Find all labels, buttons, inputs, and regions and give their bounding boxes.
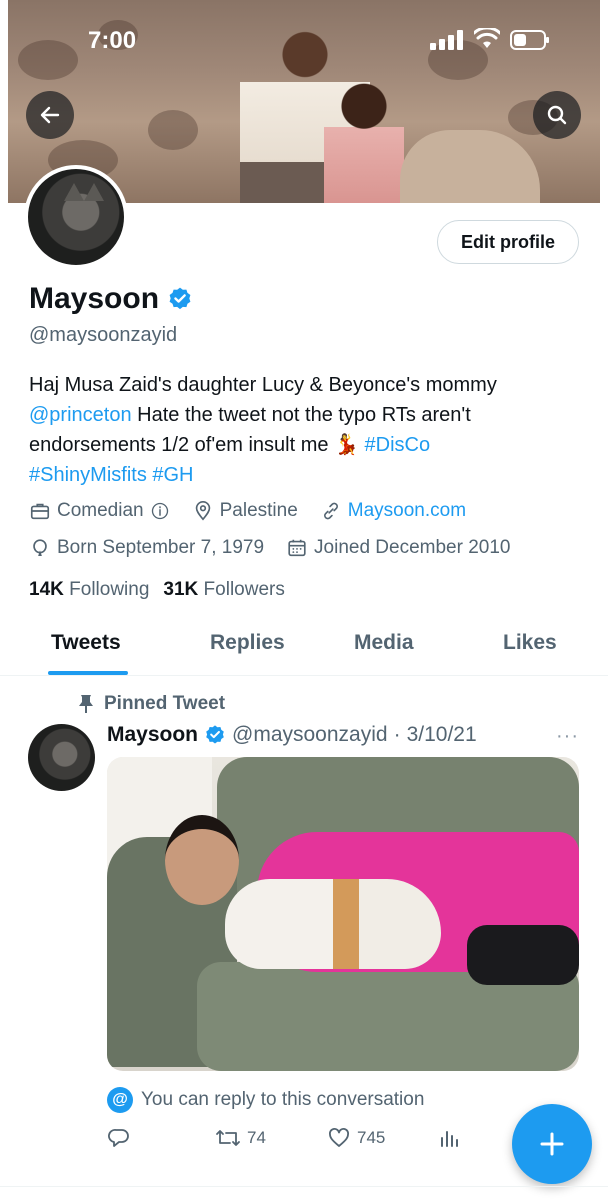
- retweet-icon: [216, 1130, 240, 1146]
- profile-category[interactable]: Comedian: [29, 500, 170, 522]
- location-label: Palestine: [219, 500, 298, 521]
- briefcase-icon: [30, 503, 50, 520]
- tab-likes[interactable]: Likes: [503, 631, 557, 655]
- verified-badge-icon[interactable]: [167, 286, 193, 312]
- reply-button[interactable]: [107, 1126, 131, 1150]
- followers-label: Followers: [203, 579, 285, 600]
- reply-permission-note: @ You can reply to this conversation: [107, 1087, 424, 1113]
- joined-label: Joined December 2010: [314, 537, 511, 558]
- following-link[interactable]: 14K Following: [29, 579, 149, 601]
- profile-bio: Haj Musa Zaid's daughter Lucy & Beyonce'…: [29, 370, 589, 490]
- tweet-header: Maysoon @maysoonzayid · 3/10/21: [107, 723, 477, 747]
- profile-name: Maysoon: [29, 282, 160, 315]
- profile-location: Palestine: [192, 500, 298, 522]
- profile-birthdate: Born September 7, 1979: [29, 537, 264, 559]
- tweet-author-name[interactable]: Maysoon: [107, 723, 198, 747]
- compose-tweet-button[interactable]: [512, 1104, 592, 1184]
- tweet-author-avatar[interactable]: [28, 724, 95, 791]
- tweet-photo[interactable]: [107, 757, 579, 1071]
- more-options-button[interactable]: ···: [556, 725, 579, 748]
- following-count: 14K: [29, 579, 64, 600]
- plus-icon: [540, 1132, 564, 1156]
- analytics-button[interactable]: [437, 1126, 461, 1150]
- like-count: 745: [357, 1128, 386, 1147]
- search-button[interactable]: [533, 91, 581, 139]
- status-bar: 7:00: [0, 0, 608, 80]
- tweet-actions: 74 745: [107, 1126, 467, 1154]
- wifi-icon: [474, 28, 500, 48]
- tweet-author-handle: @maysoonzayid: [232, 723, 388, 746]
- back-button[interactable]: [26, 91, 74, 139]
- search-icon: [547, 105, 567, 125]
- analytics-icon: [441, 1131, 458, 1147]
- bio-mention-link[interactable]: @princeton: [29, 404, 132, 426]
- calendar-icon: [288, 539, 306, 557]
- reply-icon: [108, 1129, 129, 1147]
- profile-dates-row: Born September 7, 1979 Joined December 2…: [29, 537, 511, 559]
- back-arrow-icon: [40, 106, 60, 124]
- edit-profile-button[interactable]: Edit profile: [437, 220, 579, 264]
- location-pin-icon: [195, 501, 210, 521]
- follow-counts: 14K Following 31K Followers: [29, 579, 285, 601]
- retweet-button[interactable]: 74: [215, 1126, 266, 1150]
- dot-separator: ·: [393, 723, 401, 746]
- retweet-count: 74: [247, 1128, 266, 1147]
- bio-text: Haj Musa Zaid's daughter Lucy & Beyonce'…: [29, 374, 497, 396]
- info-icon[interactable]: [150, 501, 170, 521]
- tweet-date[interactable]: 3/10/21: [407, 723, 477, 747]
- tab-media[interactable]: Media: [354, 631, 414, 655]
- at-sign-icon: @: [107, 1087, 133, 1113]
- following-label: Following: [69, 579, 150, 600]
- balloon-icon: [33, 539, 47, 557]
- like-button[interactable]: 745: [327, 1126, 385, 1150]
- pin-icon: [79, 695, 93, 713]
- tab-replies[interactable]: Replies: [210, 631, 285, 655]
- heart-icon: [329, 1128, 349, 1147]
- tab-tweets[interactable]: Tweets: [51, 631, 121, 655]
- profile-website[interactable]: Maysoon.com: [320, 500, 466, 522]
- pinned-label-text: Pinned Tweet: [104, 693, 226, 714]
- followers-link[interactable]: 31K Followers: [163, 579, 284, 601]
- birthdate-label: Born September 7, 1979: [57, 537, 265, 558]
- website-link[interactable]: Maysoon.com: [348, 500, 466, 522]
- verified-badge-icon: [206, 725, 224, 744]
- divider: [0, 1186, 608, 1187]
- profile-name-row: Maysoon: [29, 282, 193, 316]
- bio-hashtag-link[interactable]: #ShinyMisfits: [29, 464, 147, 486]
- profile-joined: Joined December 2010: [286, 537, 511, 559]
- profile-handle: @maysoonzayid: [29, 324, 178, 346]
- pinned-tweet-label: Pinned Tweet: [78, 693, 225, 715]
- active-tab-indicator: [48, 671, 128, 675]
- followers-count: 31K: [163, 579, 199, 600]
- bio-hashtag-link[interactable]: #GH: [152, 464, 193, 486]
- dancer-emoji: 💃: [334, 434, 359, 456]
- profile-avatar[interactable]: [24, 165, 128, 269]
- category-label: Comedian: [57, 500, 144, 521]
- reply-note-text: You can reply to this conversation: [141, 1089, 425, 1110]
- profile-meta-row: Comedian Palestine Maysoon.com: [29, 500, 466, 522]
- battery-icon: [510, 30, 549, 50]
- link-icon: [323, 502, 338, 520]
- profile-tabs: Tweets Replies Media Likes: [0, 618, 608, 676]
- status-time: 7:00: [88, 27, 137, 54]
- cellular-signal-icon: [430, 30, 463, 50]
- bio-hashtag-link[interactable]: #DisCo: [365, 434, 431, 456]
